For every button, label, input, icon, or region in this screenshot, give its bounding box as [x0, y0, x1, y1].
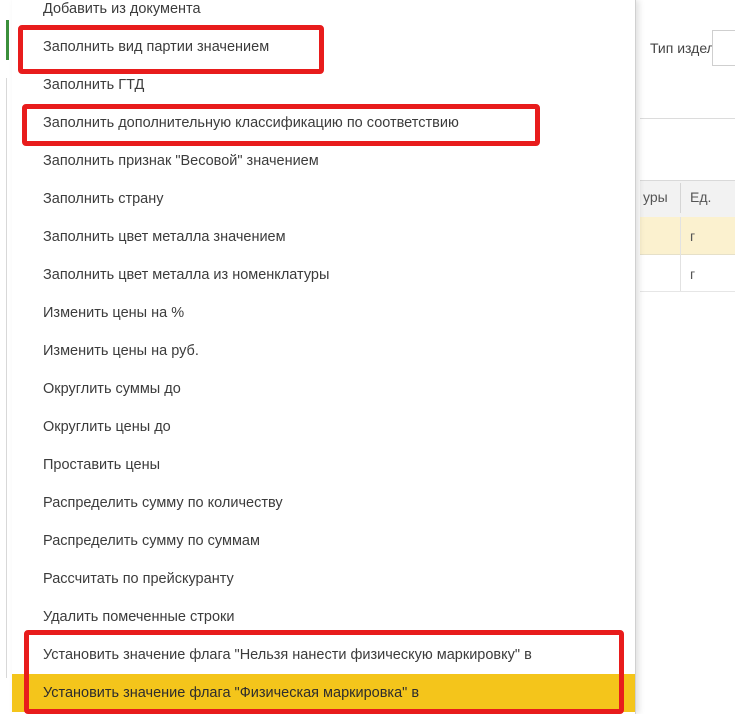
menu-item-change-prices-rub[interactable]: Изменить цены на руб. — [12, 332, 635, 370]
column-separator — [680, 217, 681, 291]
menu-item-distribute-by-quantity[interactable]: Распределить сумму по количеству — [12, 484, 635, 522]
menu-item-calculate-by-price-list[interactable]: Рассчитать по прейскуранту — [12, 560, 635, 598]
context-menu: Добавить из документа Заполнить вид парт… — [12, 0, 636, 714]
menu-item-fill-weight-flag[interactable]: Заполнить признак "Весовой" значением — [12, 142, 635, 180]
menu-item-add-from-document[interactable]: Добавить из документа — [12, 0, 635, 28]
product-type-label: Тип издел — [650, 40, 715, 56]
panel-divider — [6, 78, 7, 678]
table-row[interactable] — [640, 217, 735, 255]
active-field-indicator — [6, 20, 9, 60]
unit-cell: г — [690, 228, 696, 244]
menu-item-fill-metal-color-nomenclature[interactable]: Заполнить цвет металла из номенклатуры — [12, 256, 635, 294]
menu-item-change-prices-percent[interactable]: Изменить цены на % — [12, 294, 635, 332]
menu-item-fill-country[interactable]: Заполнить страну — [12, 180, 635, 218]
table-row[interactable] — [640, 255, 735, 292]
menu-item-fill-batch-type[interactable]: Заполнить вид партии значением — [12, 28, 635, 66]
column-separator — [680, 183, 681, 213]
menu-item-delete-marked-rows[interactable]: Удалить помеченные строки — [12, 598, 635, 636]
column-header-nomenclature[interactable]: уры — [643, 189, 668, 205]
form-divider — [640, 118, 735, 119]
menu-item-round-sums[interactable]: Округлить суммы до — [12, 370, 635, 408]
menu-item-fill-metal-color-value[interactable]: Заполнить цвет металла значением — [12, 218, 635, 256]
column-header-unit[interactable]: Ед. — [690, 189, 711, 205]
menu-item-set-physical-marking-flag[interactable]: Установить значение флага "Физическая ма… — [12, 674, 635, 712]
unit-cell: г — [690, 266, 696, 282]
product-type-field[interactable] — [712, 30, 735, 66]
menu-item-fill-gtd[interactable]: Заполнить ГТД — [12, 66, 635, 104]
menu-item-fill-additional-classification[interactable]: Заполнить дополнительную классификацию п… — [12, 104, 635, 142]
menu-item-set-prices[interactable]: Проставить цены — [12, 446, 635, 484]
menu-item-distribute-by-sums[interactable]: Распределить сумму по суммам — [12, 522, 635, 560]
menu-item-round-prices[interactable]: Округлить цены до — [12, 408, 635, 446]
menu-item-set-cannot-mark-flag[interactable]: Установить значение флага "Нельзя нанест… — [12, 636, 635, 674]
